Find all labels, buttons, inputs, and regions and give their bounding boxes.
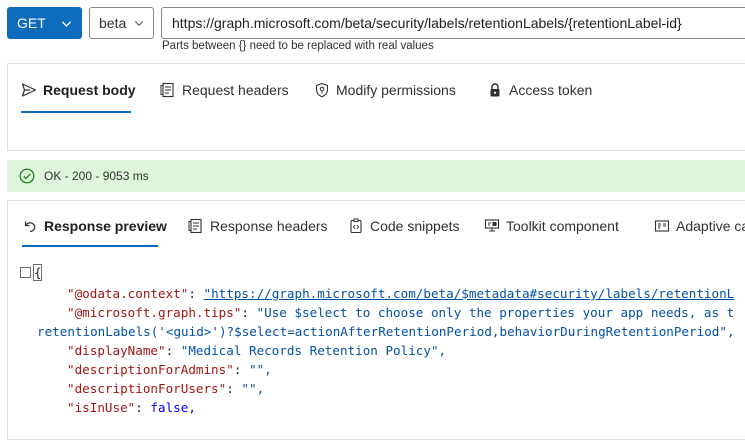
json-separator: : — [165, 343, 181, 358]
tab-label: Response preview — [44, 218, 167, 234]
undo-arrow-icon — [24, 221, 36, 233]
tab-access-token[interactable]: Access token — [487, 82, 592, 98]
request-panel — [7, 63, 745, 151]
status-text: OK - 200 - 9053 ms — [44, 169, 149, 183]
tab-label: Toolkit component — [506, 218, 619, 234]
json-string-value: "", — [248, 362, 272, 377]
json-line-continuation: retentionLabels('<guid>')?$select=action… — [37, 322, 735, 341]
document-icon — [160, 82, 174, 98]
tab-code-snippets[interactable]: Code snippets — [348, 218, 460, 234]
status-bar: OK - 200 - 9053 ms — [7, 160, 745, 192]
json-key: "descriptionForAdmins" — [67, 362, 234, 377]
json-key: "displayName" — [67, 343, 166, 358]
json-line: "@odata.context": "https://graph.microso… — [67, 284, 734, 303]
http-method-dropdown[interactable]: GET — [7, 7, 82, 39]
shield-key-icon — [315, 82, 329, 98]
json-key: "@microsoft.graph.tips" — [67, 305, 242, 320]
send-icon — [21, 83, 37, 97]
http-method-label: GET — [17, 15, 46, 31]
chevron-down-icon — [134, 21, 144, 27]
json-line: "descriptionForAdmins": "", — [67, 360, 272, 379]
lock-icon — [490, 83, 500, 97]
tab-response-preview[interactable]: Response preview — [22, 218, 167, 234]
json-separator: : — [233, 362, 249, 377]
json-line: "descriptionForUsers": "", — [67, 379, 264, 398]
tab-request-body[interactable]: Request body — [21, 82, 136, 98]
json-separator: : — [188, 286, 204, 301]
tab-toolkit-component[interactable]: Toolkit component — [484, 218, 619, 234]
json-string-value: "", — [241, 381, 265, 396]
tab-response-headers[interactable]: Response headers — [188, 218, 328, 234]
json-string-value: "Use $select to choose only the properti… — [256, 305, 735, 320]
fold-toggle[interactable] — [20, 267, 31, 278]
clipboard-code-icon — [350, 218, 362, 234]
url-hint: Parts between {} need to be replaced wit… — [162, 40, 434, 52]
tab-request-headers[interactable]: Request headers — [160, 82, 289, 98]
chevron-down-icon — [61, 20, 72, 27]
version-dropdown[interactable]: beta — [89, 7, 154, 39]
tab-adaptive-cards[interactable]: Adaptive ca — [654, 218, 745, 234]
json-key: "@odata.context" — [67, 286, 189, 301]
json-separator: : — [241, 305, 257, 320]
json-line: "isInUse": false, — [67, 398, 196, 417]
json-separator: : — [135, 400, 151, 415]
version-label: beta — [99, 15, 127, 31]
document-icon — [188, 218, 202, 234]
json-string-value: retentionLabels('<guid>')?$select=action… — [37, 324, 735, 339]
json-string-value: "Medical Records Retention Policy", — [180, 343, 447, 358]
check-circle-icon — [19, 168, 35, 184]
tab-label: Request headers — [182, 82, 289, 98]
tab-label: Modify permissions — [336, 82, 456, 98]
tab-label: Adaptive ca — [676, 218, 745, 234]
json-line: "displayName": "Medical Records Retentio… — [67, 341, 446, 360]
json-line: "@microsoft.graph.tips": "Use $select to… — [67, 303, 734, 322]
json-key: "descriptionForUsers" — [67, 381, 227, 396]
json-bool-value: false, — [150, 400, 196, 415]
tab-label: Access token — [509, 82, 593, 98]
json-url-value[interactable]: "https://graph.microsoft.com/beta/$metad… — [204, 286, 735, 301]
json-open-brace: { — [34, 265, 42, 280]
tab-label: Response headers — [210, 218, 328, 234]
url-field-container — [161, 7, 745, 39]
active-tab-indicator — [22, 245, 158, 247]
json-separator: : — [226, 381, 242, 396]
card-icon — [654, 220, 670, 232]
tab-modify-permissions[interactable]: Modify permissions — [314, 82, 456, 98]
url-input[interactable] — [162, 14, 745, 32]
toolkit-icon — [484, 219, 500, 232]
json-key: "isInUse" — [67, 400, 136, 415]
active-tab-indicator — [21, 111, 131, 113]
tab-label: Code snippets — [370, 218, 460, 234]
tab-label: Request body — [43, 82, 136, 98]
